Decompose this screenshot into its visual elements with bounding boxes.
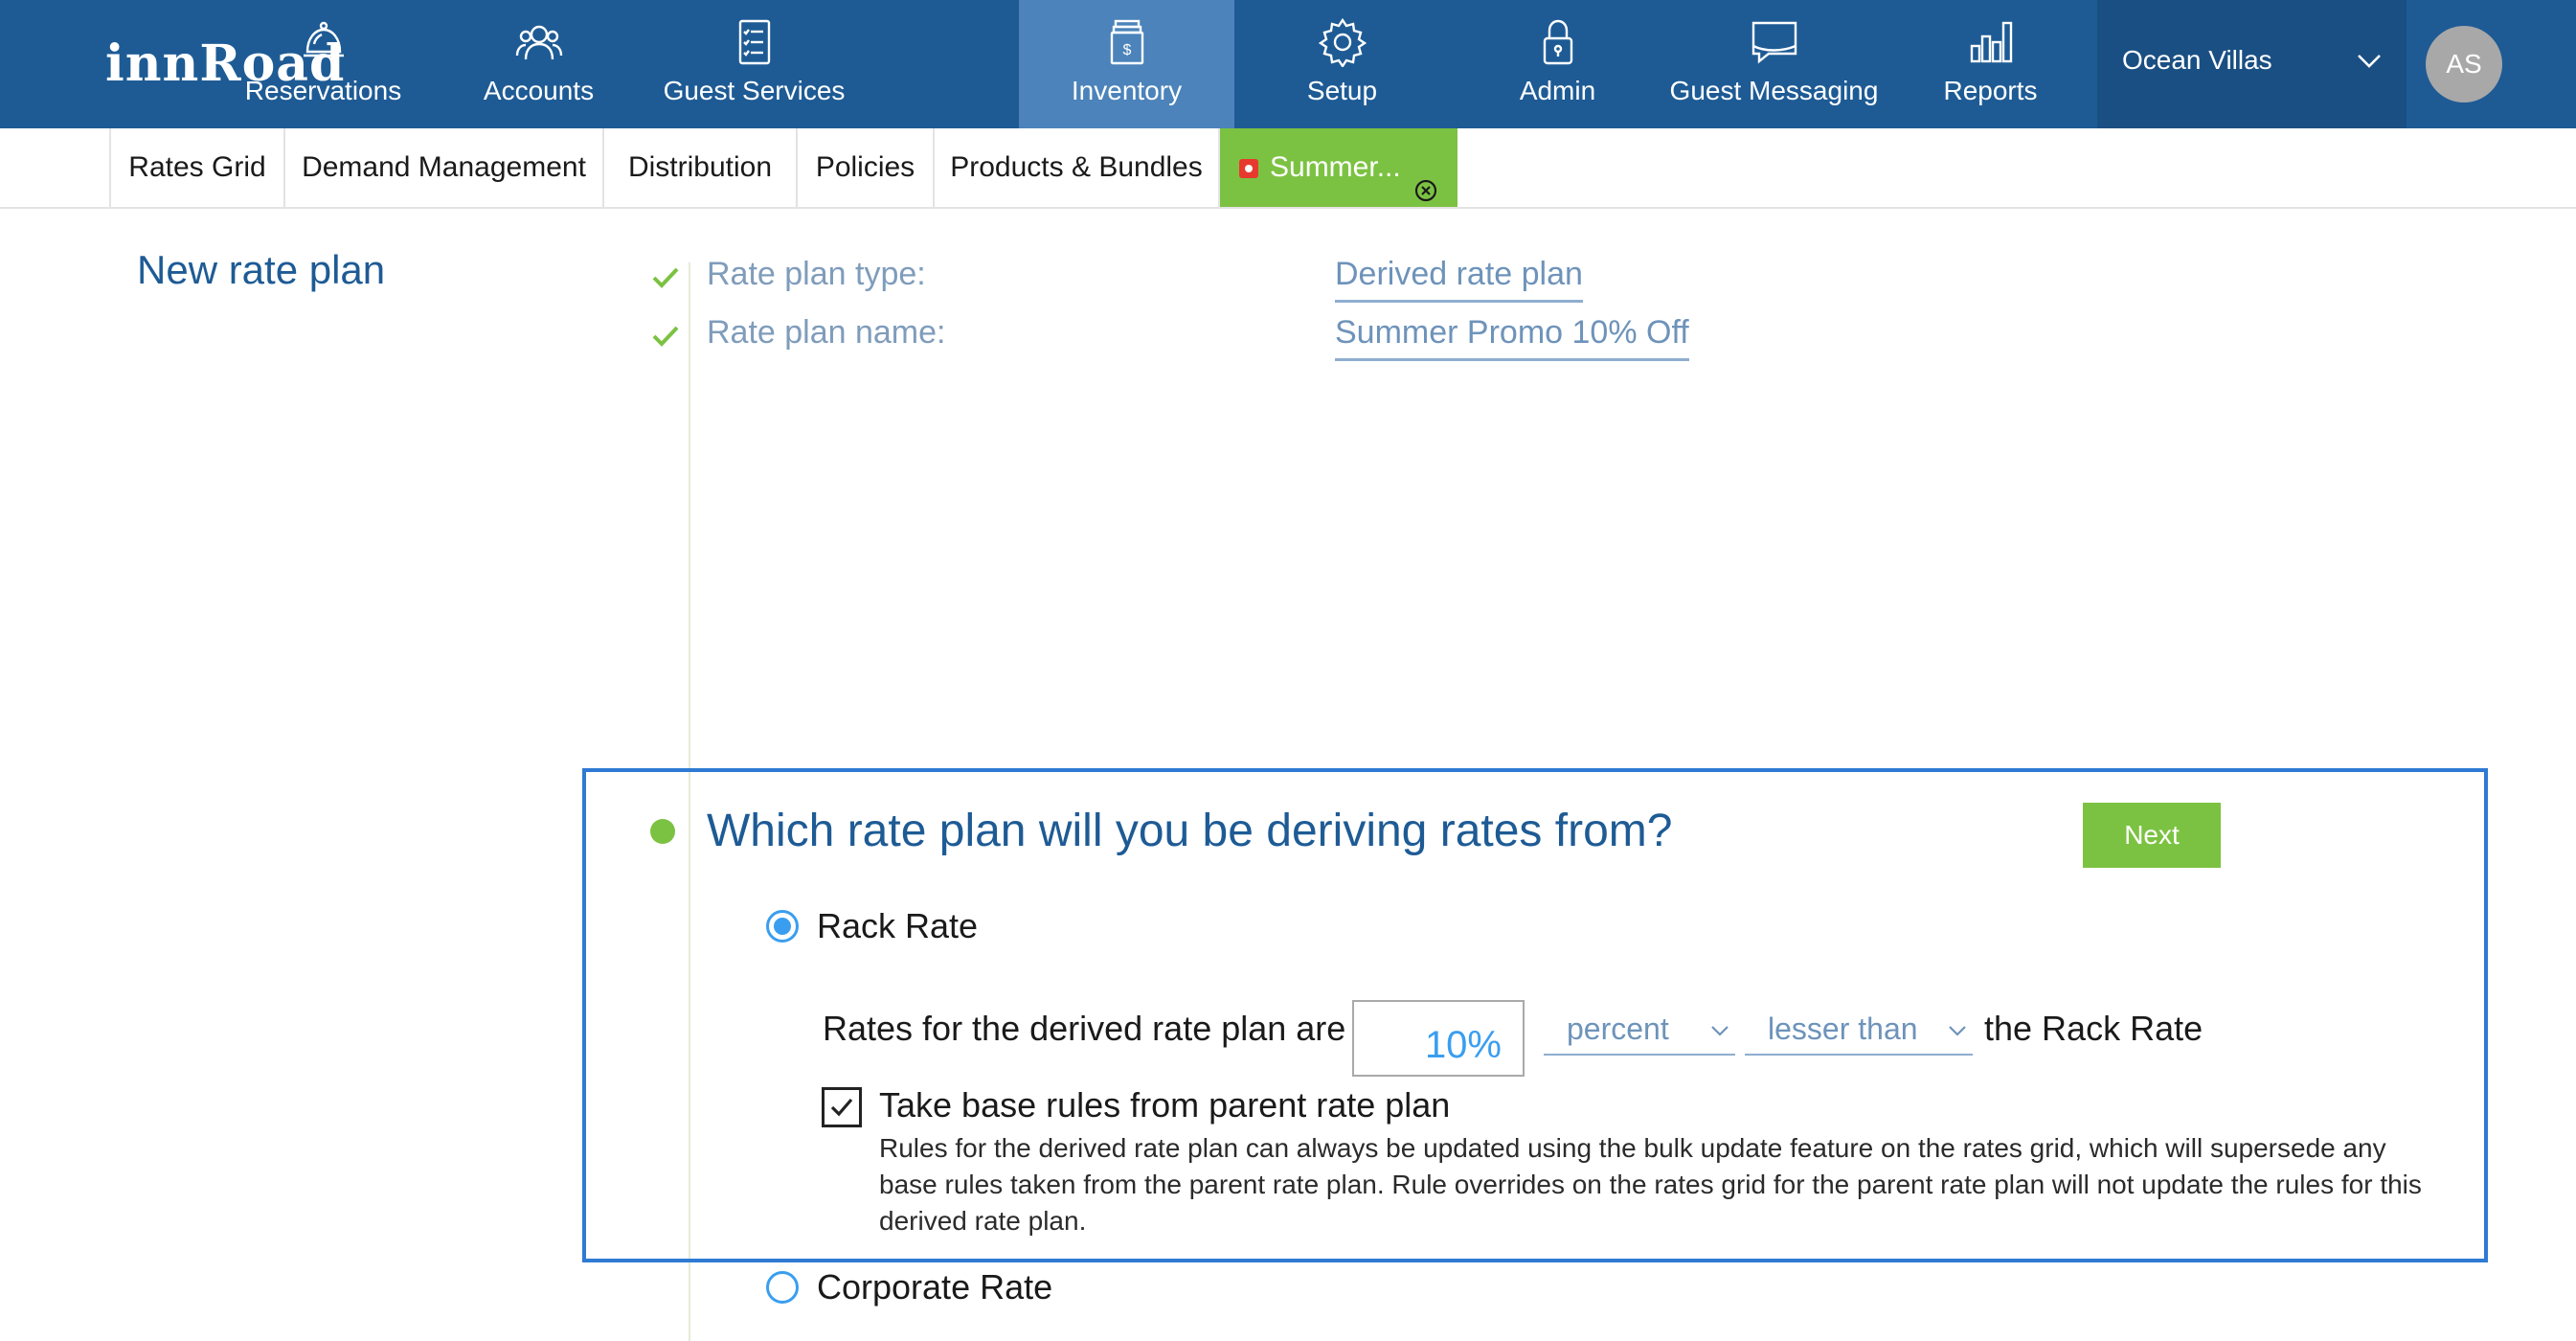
chevron-down-icon bbox=[2353, 44, 2385, 77]
property-selector[interactable]: Ocean Villas bbox=[2097, 0, 2407, 128]
derive-amount-input[interactable] bbox=[1352, 1000, 1525, 1077]
subnav-demand-management[interactable]: Demand Management bbox=[283, 128, 602, 207]
rack-rate-radio[interactable] bbox=[766, 910, 799, 943]
next-button[interactable]: Next bbox=[2083, 803, 2221, 868]
derive-comparison-value: lesser than bbox=[1768, 1011, 1918, 1046]
nav-guest-messaging-label: Guest Messaging bbox=[1669, 76, 1879, 105]
nav-guest-services[interactable]: Guest Services bbox=[646, 0, 862, 128]
nav-inventory-label: Inventory bbox=[1071, 76, 1183, 105]
nav-accounts-label: Accounts bbox=[483, 76, 595, 105]
checkmark-icon bbox=[830, 1098, 853, 1117]
nav-admin-label: Admin bbox=[1519, 76, 1596, 105]
base-rules-label: Take base rules from parent rate plan bbox=[879, 1085, 1451, 1125]
user-avatar[interactable]: AS bbox=[2426, 26, 2502, 102]
tab-summer-label: Summer... bbox=[1270, 151, 1401, 183]
step-question: Which rate plan will you be deriving rat… bbox=[707, 806, 1673, 856]
corporate-rate-label: Corporate Rate bbox=[817, 1267, 1053, 1307]
step-name-label: Rate plan name: bbox=[707, 314, 946, 351]
step-name-value[interactable]: Summer Promo 10% Off bbox=[1335, 312, 1689, 361]
bar-chart-icon bbox=[1966, 17, 2016, 67]
nav-guest-services-label: Guest Services bbox=[663, 76, 846, 105]
check-icon bbox=[649, 319, 682, 352]
record-icon bbox=[1239, 159, 1258, 178]
step-type-label: Rate plan type: bbox=[707, 256, 926, 292]
nav-reservations-label: Reservations bbox=[244, 76, 402, 105]
nav-reports[interactable]: Reports bbox=[1883, 0, 2098, 128]
nav-guest-messaging[interactable]: Guest Messaging bbox=[1666, 0, 1882, 128]
derived-rates-prefix: Rates for the derived rate plan are bbox=[823, 1009, 1346, 1048]
base-rules-help-text: Rules for the derived rate plan can alwa… bbox=[879, 1133, 2422, 1236]
nav-inventory[interactable]: $ Inventory bbox=[1019, 0, 1234, 128]
subnav-distribution[interactable]: Distribution bbox=[602, 128, 796, 207]
nav-accounts[interactable]: Accounts bbox=[431, 0, 646, 128]
svg-text:$: $ bbox=[1122, 42, 1131, 58]
users-icon bbox=[514, 17, 564, 67]
nav-setup[interactable]: Setup bbox=[1234, 0, 1450, 128]
derive-unit-value: percent bbox=[1567, 1011, 1669, 1046]
step-type-value[interactable]: Derived rate plan bbox=[1335, 254, 1583, 303]
user-menu: AS bbox=[2407, 0, 2576, 128]
corporate-rate-radio[interactable] bbox=[766, 1271, 799, 1304]
inventory-icon: $ bbox=[1102, 17, 1152, 67]
nav-admin[interactable]: Admin bbox=[1450, 0, 1665, 128]
close-tab-icon[interactable] bbox=[1413, 155, 1438, 202]
derive-comparison-select[interactable]: lesser than bbox=[1745, 1006, 1973, 1056]
chevron-down-icon bbox=[1946, 1019, 1969, 1042]
chevron-down-icon bbox=[1708, 1019, 1731, 1042]
nav-reservations[interactable]: Reservations bbox=[215, 0, 431, 128]
checklist-icon bbox=[730, 17, 780, 67]
subnav-policies[interactable]: Policies bbox=[796, 128, 933, 207]
check-icon bbox=[649, 261, 682, 293]
active-step-indicator bbox=[650, 819, 675, 844]
derived-rates-suffix: the Rack Rate bbox=[1984, 1009, 2203, 1048]
derive-unit-select[interactable]: percent bbox=[1544, 1006, 1735, 1056]
lock-icon bbox=[1533, 17, 1583, 67]
bell-icon bbox=[299, 17, 349, 67]
nav-setup-label: Setup bbox=[1306, 76, 1378, 105]
message-icon bbox=[1750, 17, 1799, 67]
tab-summer-promo[interactable]: Summer... bbox=[1220, 128, 1457, 207]
subnav-products-bundles[interactable]: Products & Bundles bbox=[933, 128, 1220, 207]
base-rules-checkbox[interactable] bbox=[822, 1087, 862, 1127]
gear-icon bbox=[1318, 17, 1367, 69]
rack-rate-label: Rack Rate bbox=[817, 906, 979, 945]
sub-navigation: Rates Grid Demand Management Distributio… bbox=[0, 128, 2576, 209]
nav-reports-label: Reports bbox=[1943, 76, 2038, 105]
subnav-rates-grid[interactable]: Rates Grid bbox=[109, 128, 283, 207]
page-title: New rate plan bbox=[137, 247, 386, 292]
top-navigation: innRoad Reservations Accounts Guest Serv… bbox=[0, 0, 2576, 128]
property-name: Ocean Villas bbox=[2122, 45, 2272, 75]
